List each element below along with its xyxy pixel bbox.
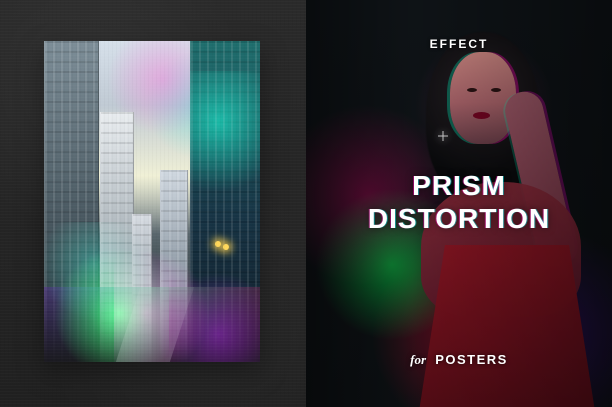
footer-label: for POSTERS	[306, 352, 612, 368]
headline-line-1: PRISM	[412, 170, 506, 201]
magenta-prism-glow	[114, 222, 260, 362]
street-lamp-light	[223, 244, 229, 250]
prism-distortion-promo-page: EFFECT PRISM DISTORTION for POSTERS	[0, 0, 612, 407]
street-lamp-light	[215, 241, 221, 247]
cyan-prism-glow	[190, 71, 260, 241]
headline-line-2: DISTORTION	[367, 203, 551, 234]
effect-eyebrow: EFFECT	[429, 37, 489, 51]
poster-preview-image	[44, 41, 260, 362]
footer-prefix: for	[410, 352, 427, 367]
right-hero-panel: EFFECT PRISM DISTORTION for POSTERS	[306, 0, 612, 407]
hero-headline: PRISM DISTORTION	[306, 169, 612, 235]
footer-posters-label: POSTERS	[435, 352, 508, 367]
hero-text-overlay: EFFECT PRISM DISTORTION for POSTERS	[306, 0, 612, 407]
left-preview-panel	[0, 0, 306, 407]
